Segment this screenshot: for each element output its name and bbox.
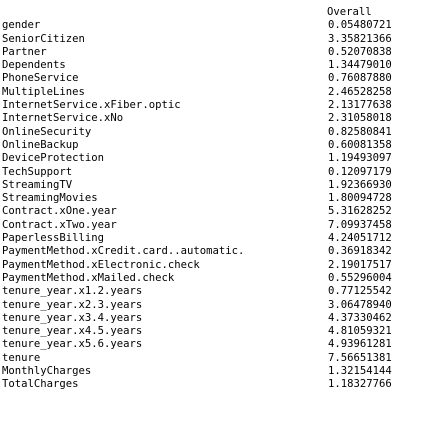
row-variable-name: Contract.xTwo.year (2, 218, 117, 231)
row-overall-value: 0.82580841 (328, 125, 392, 138)
table-row: MonthlyCharges 1.32154144 (0, 365, 421, 378)
table-row: tenure_year.x2.3.years 3.06478940 (0, 299, 421, 312)
row-variable-name: Contract.xOne.year (2, 205, 117, 218)
row-variable-name: InternetService.xFiber.optic (2, 99, 181, 112)
row-overall-value: 1.32154144 (328, 365, 392, 378)
row-overall-value: 0.12097179 (328, 165, 392, 178)
table-row: PhoneService 0.76087880 (0, 72, 421, 85)
row-variable-name: TotalCharges (2, 378, 79, 391)
table-row: StreamingMovies 1.80094728 (0, 192, 421, 205)
table-row: Partner 0.52070838 (0, 46, 421, 59)
row-variable-name: gender (2, 19, 41, 32)
table-header-row: Overall (0, 6, 421, 19)
row-variable-name: PaymentMethod.xMailed.check (2, 271, 175, 284)
row-variable-name: MonthlyCharges (2, 365, 92, 378)
row-overall-value: 1.92366930 (328, 178, 392, 191)
row-overall-value: 2.31058018 (328, 112, 392, 125)
row-variable-name: DeviceProtection (2, 152, 105, 165)
row-variable-name: tenure_year.x5.6.years (2, 338, 143, 351)
table-row: PaymentMethod.xMailed.check 0.55296004 (0, 272, 421, 285)
table-row: Dependents 1.34479010 (0, 59, 421, 72)
row-overall-value: 0.55296004 (328, 271, 392, 284)
row-variable-name: SeniorCitizen (2, 32, 85, 45)
row-variable-name: tenure_year.x3.4.years (2, 311, 143, 324)
table-row: OnlineSecurity 0.82580841 (0, 126, 421, 139)
table-row: OnlineBackup 0.60081358 (0, 139, 421, 152)
row-overall-value: 1.19493097 (328, 152, 392, 165)
row-variable-name: tenure_year.x4.5.years (2, 325, 143, 338)
row-overall-value: 4.81059321 (328, 325, 392, 338)
row-overall-value: 7.56651381 (328, 351, 392, 364)
table-row: TechSupport 0.12097179 (0, 166, 421, 179)
row-variable-name: StreamingTV (2, 178, 73, 191)
table-row: StreamingTV 1.92366930 (0, 179, 421, 192)
row-variable-name: tenure_year.x1.2.years (2, 285, 143, 298)
row-overall-value: 0.36918342 (328, 245, 392, 258)
row-overall-value: 0.76087880 (328, 72, 392, 85)
row-overall-value: 7.09937458 (328, 218, 392, 231)
row-overall-value: 0.52070838 (328, 45, 392, 58)
table-row: tenure_year.x1.2.years 0.77125542 (0, 285, 421, 298)
row-overall-value: 0.77125542 (328, 285, 392, 298)
table-row: SeniorCitizen 3.35821366 (0, 33, 421, 46)
row-variable-name: Dependents (2, 59, 66, 72)
table-row: gender 0.05480721 (0, 19, 421, 32)
row-overall-value: 1.80094728 (328, 192, 392, 205)
row-overall-value: 5.31628252 (328, 205, 392, 218)
table-row: tenure_year.x5.6.years 4.93961281 (0, 338, 421, 351)
row-overall-value: 2.19017517 (328, 258, 392, 271)
row-variable-name: TechSupport (2, 165, 73, 178)
row-overall-value: 3.35821366 (328, 32, 392, 45)
table-row: tenure_year.x3.4.years 4.37330462 (0, 312, 421, 325)
row-overall-value: 1.34479010 (328, 59, 392, 72)
row-variable-name: Partner (2, 45, 47, 58)
row-variable-name: tenure (2, 351, 41, 364)
table-row: Contract.xTwo.year 7.09937458 (0, 219, 421, 232)
row-overall-value: 4.37330462 (328, 311, 392, 324)
table-row: Contract.xOne.year 5.31628252 (0, 205, 421, 218)
row-variable-name: OnlineBackup (2, 138, 79, 151)
table-row: InternetService.xNo 2.31058018 (0, 112, 421, 125)
table-row: tenure_year.x4.5.years 4.81059321 (0, 325, 421, 338)
row-overall-value: 4.24051712 (328, 232, 392, 245)
importance-table: gender 0.05480721 SeniorCitizen 3.35821366 P… (0, 19, 421, 391)
table-row: tenure 7.56651381 (0, 352, 421, 365)
table-row: PaymentMethod.xCredit.card..automatic. 0.… (0, 245, 421, 258)
table-row: DeviceProtection 1.19493097 (0, 152, 421, 165)
row-variable-name: PaymentMethod.xCredit.card..automatic. (2, 245, 245, 258)
table-row: TotalCharges 1.18327766 (0, 378, 421, 391)
table-row: MultipleLines 2.46528258 (0, 86, 421, 99)
row-overall-value: 1.18327766 (328, 378, 392, 391)
r-console-output: Overall gender 0.05480721 SeniorCitizen 3.3… (0, 0, 421, 440)
column-header-overall: Overall (327, 6, 372, 18)
row-variable-name: StreamingMovies (2, 192, 98, 205)
table-row: InternetService.xFiber.optic 2.13177638 (0, 99, 421, 112)
row-overall-value: 2.46528258 (328, 85, 392, 98)
row-variable-name: PhoneService (2, 72, 79, 85)
row-variable-name: PaymentMethod.xElectronic.check (2, 258, 200, 271)
row-variable-name: InternetService.xNo (2, 112, 124, 125)
row-variable-name: MultipleLines (2, 85, 85, 98)
row-overall-value: 0.05480721 (328, 19, 392, 32)
row-variable-name: PaperlessBilling (2, 232, 105, 245)
table-row: PaperlessBilling 4.24051712 (0, 232, 421, 245)
row-name-column-spacer (0, 6, 327, 19)
table-row: PaymentMethod.xElectronic.check 2.1901751… (0, 259, 421, 272)
row-overall-value: 2.13177638 (328, 99, 392, 112)
row-variable-name: OnlineSecurity (2, 125, 92, 138)
row-variable-name: tenure_year.x2.3.years (2, 298, 143, 311)
row-overall-value: 0.60081358 (328, 138, 392, 151)
row-overall-value: 3.06478940 (328, 298, 392, 311)
row-overall-value: 4.93961281 (328, 338, 392, 351)
